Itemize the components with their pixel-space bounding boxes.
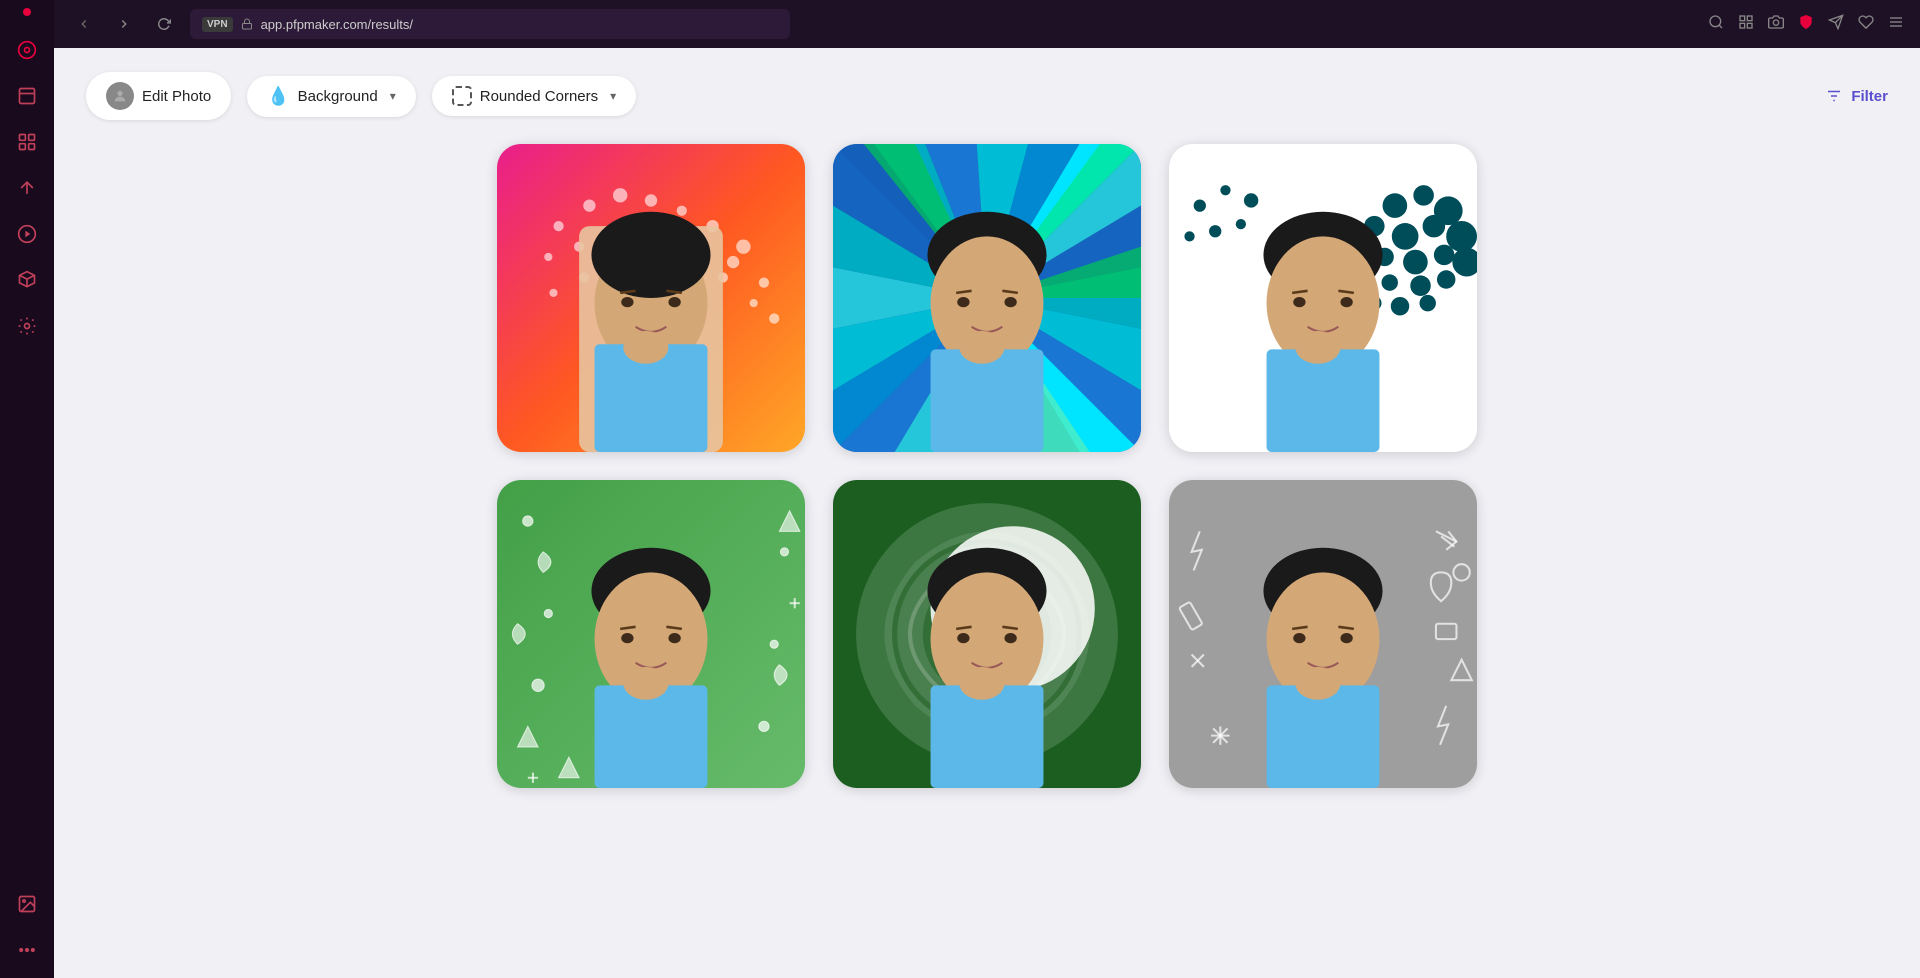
- sidebar-item-shopping[interactable]: [7, 76, 47, 116]
- sidebar-item-box[interactable]: [7, 260, 47, 300]
- reload-button[interactable]: [150, 10, 178, 38]
- browser-heart-icon[interactable]: [1858, 14, 1874, 35]
- result-card-4[interactable]: [497, 480, 805, 788]
- toolbar: Edit Photo 💧 Background ▾ Rounded Corner…: [86, 72, 1888, 120]
- browser-chrome: VPN app.pfpmaker.com/results/: [54, 0, 1920, 48]
- edit-photo-avatar: [106, 82, 134, 110]
- browser-send-icon[interactable]: [1828, 14, 1844, 35]
- result-card-3[interactable]: [1169, 144, 1477, 452]
- edit-photo-button[interactable]: Edit Photo: [86, 72, 231, 120]
- sidebar-item-camera-frame[interactable]: [7, 122, 47, 162]
- sidebar-item-more[interactable]: [7, 930, 47, 970]
- filter-label: Filter: [1851, 88, 1888, 105]
- rounded-corners-chevron-icon: ▾: [610, 89, 616, 103]
- browser-shield-icon[interactable]: [1798, 14, 1814, 35]
- browser-extension-icon[interactable]: [1738, 14, 1754, 35]
- background-label: Background: [298, 88, 378, 105]
- background-icon: 💧: [267, 86, 289, 107]
- address-bar[interactable]: VPN app.pfpmaker.com/results/: [190, 9, 790, 39]
- result-card-1[interactable]: [497, 144, 805, 452]
- rounded-corners-icon: [452, 86, 472, 106]
- background-button[interactable]: 💧 Background ▾: [247, 76, 416, 117]
- result-card-5[interactable]: [833, 480, 1141, 788]
- result-card-6[interactable]: [1169, 480, 1477, 788]
- sidebar-item-home[interactable]: [7, 30, 47, 70]
- url-text: app.pfpmaker.com/results/: [261, 17, 413, 32]
- browser-camera-icon[interactable]: [1768, 14, 1784, 35]
- sidebar-item-settings[interactable]: [7, 306, 47, 346]
- browser-search-icon[interactable]: [1708, 14, 1724, 35]
- rounded-corners-button[interactable]: Rounded Corners ▾: [432, 76, 636, 116]
- rounded-corners-label: Rounded Corners: [480, 88, 598, 105]
- main-area: VPN app.pfpmaker.com/results/: [54, 0, 1920, 978]
- background-chevron-icon: ▾: [390, 89, 396, 103]
- result-card-2[interactable]: [833, 144, 1141, 452]
- forward-button[interactable]: [110, 10, 138, 38]
- content-area: Edit Photo 💧 Background ▾ Rounded Corner…: [54, 48, 1920, 978]
- sidebar-item-navigation[interactable]: [7, 168, 47, 208]
- browser-actions: [1708, 14, 1904, 35]
- filter-icon: [1825, 87, 1843, 105]
- sidebar-item-play[interactable]: [7, 214, 47, 254]
- filter-button[interactable]: Filter: [1825, 87, 1888, 105]
- edit-photo-label: Edit Photo: [142, 88, 211, 105]
- sidebar-top-indicator: [23, 8, 31, 16]
- results-grid: [497, 144, 1477, 788]
- sidebar: [0, 0, 54, 978]
- back-button[interactable]: [70, 10, 98, 38]
- browser-menu-icon[interactable]: [1888, 14, 1904, 35]
- lock-icon: [241, 18, 253, 30]
- sidebar-item-gallery[interactable]: [7, 884, 47, 924]
- vpn-badge: VPN: [202, 17, 233, 32]
